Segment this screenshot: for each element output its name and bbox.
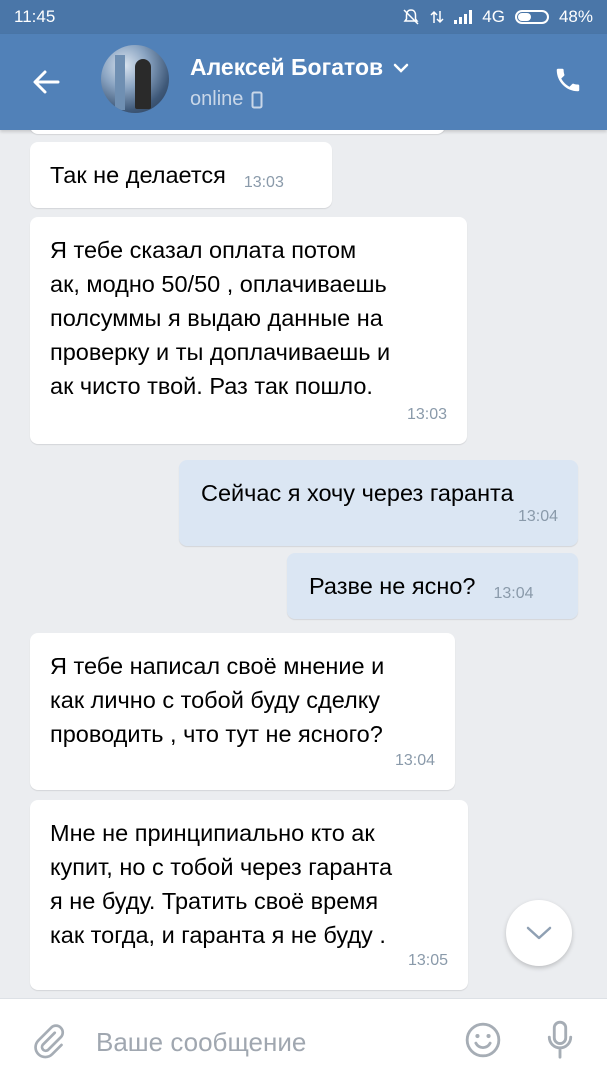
message-time: 13:04 — [493, 585, 534, 602]
scroll-down-button[interactable] — [506, 900, 572, 966]
message-time: 13:03 — [406, 406, 447, 423]
network-type: 4G — [482, 7, 505, 26]
emoji-button[interactable] — [462, 1019, 504, 1061]
message-bubble-incoming[interactable]: Мне не принципиально кто ак купит, но с … — [30, 800, 468, 990]
chevron-down-icon — [526, 926, 552, 940]
message-time: 13:04 — [517, 508, 558, 525]
message-bubble-partial — [30, 130, 445, 134]
status-time: 11:45 — [14, 7, 56, 26]
voice-message-button[interactable] — [540, 1017, 580, 1063]
signal-icon — [454, 10, 473, 24]
mobile-device-icon — [251, 91, 263, 108]
call-button[interactable] — [548, 60, 588, 100]
contact-name-row[interactable]: Алексей Богатов — [190, 54, 409, 81]
message-text: Я тебе сказал оплата потом ак, модно 50/… — [50, 237, 391, 399]
chevron-down-icon — [393, 63, 409, 73]
attach-button[interactable] — [26, 1019, 70, 1063]
message-bubble-incoming[interactable]: Я тебе сказал оплата потом ак, модно 50/… — [30, 217, 467, 444]
paperclip-icon — [34, 1024, 65, 1059]
chat-header: Алексей Богатов online — [0, 34, 607, 130]
avatar[interactable] — [101, 45, 169, 113]
message-text: Мне не принципиально кто ак купит, но с … — [50, 820, 393, 948]
phone-icon — [556, 68, 580, 92]
message-time: 13:03 — [243, 174, 284, 191]
message-composer — [0, 998, 607, 1080]
contact-status: online — [190, 88, 263, 111]
message-bubble-incoming[interactable]: Так не делается 13:03 — [30, 142, 332, 208]
contact-name: Алексей Богатов — [190, 54, 384, 80]
battery-percent: 48% — [558, 7, 593, 26]
message-list[interactable]: Так не делается 13:03 Я тебе сказал оплат… — [0, 130, 607, 998]
status-bar: 11:45 4G 48% — [0, 0, 607, 34]
status-icons: 4G 48% — [402, 7, 593, 27]
message-bubble-outgoing[interactable]: Сейчас я хочу через гаранта 13:04 — [179, 460, 578, 546]
message-bubble-incoming[interactable]: Я тебе написал своё мнение и как лично с… — [30, 633, 455, 790]
message-text: Я тебе написал своё мнение и как лично с… — [50, 653, 385, 747]
message-text: Так не делается — [50, 162, 226, 188]
battery-icon — [514, 10, 549, 24]
back-button[interactable] — [22, 58, 70, 106]
message-bubble-outgoing[interactable]: Разве не ясно? 13:04 — [287, 553, 578, 619]
online-status: online — [190, 88, 244, 110]
back-arrow-icon — [33, 70, 60, 94]
message-time: 13:04 — [394, 752, 435, 769]
message-text: Разве не ясно? — [309, 573, 476, 599]
message-input[interactable] — [94, 1019, 438, 1065]
message-time: 13:05 — [407, 952, 448, 969]
data-arrows-icon — [430, 10, 444, 24]
microphone-icon — [547, 1020, 573, 1059]
mute-bell-icon — [403, 9, 419, 25]
message-text: Сейчас я хочу через гаранта — [201, 480, 514, 506]
smiley-icon — [465, 1022, 501, 1058]
